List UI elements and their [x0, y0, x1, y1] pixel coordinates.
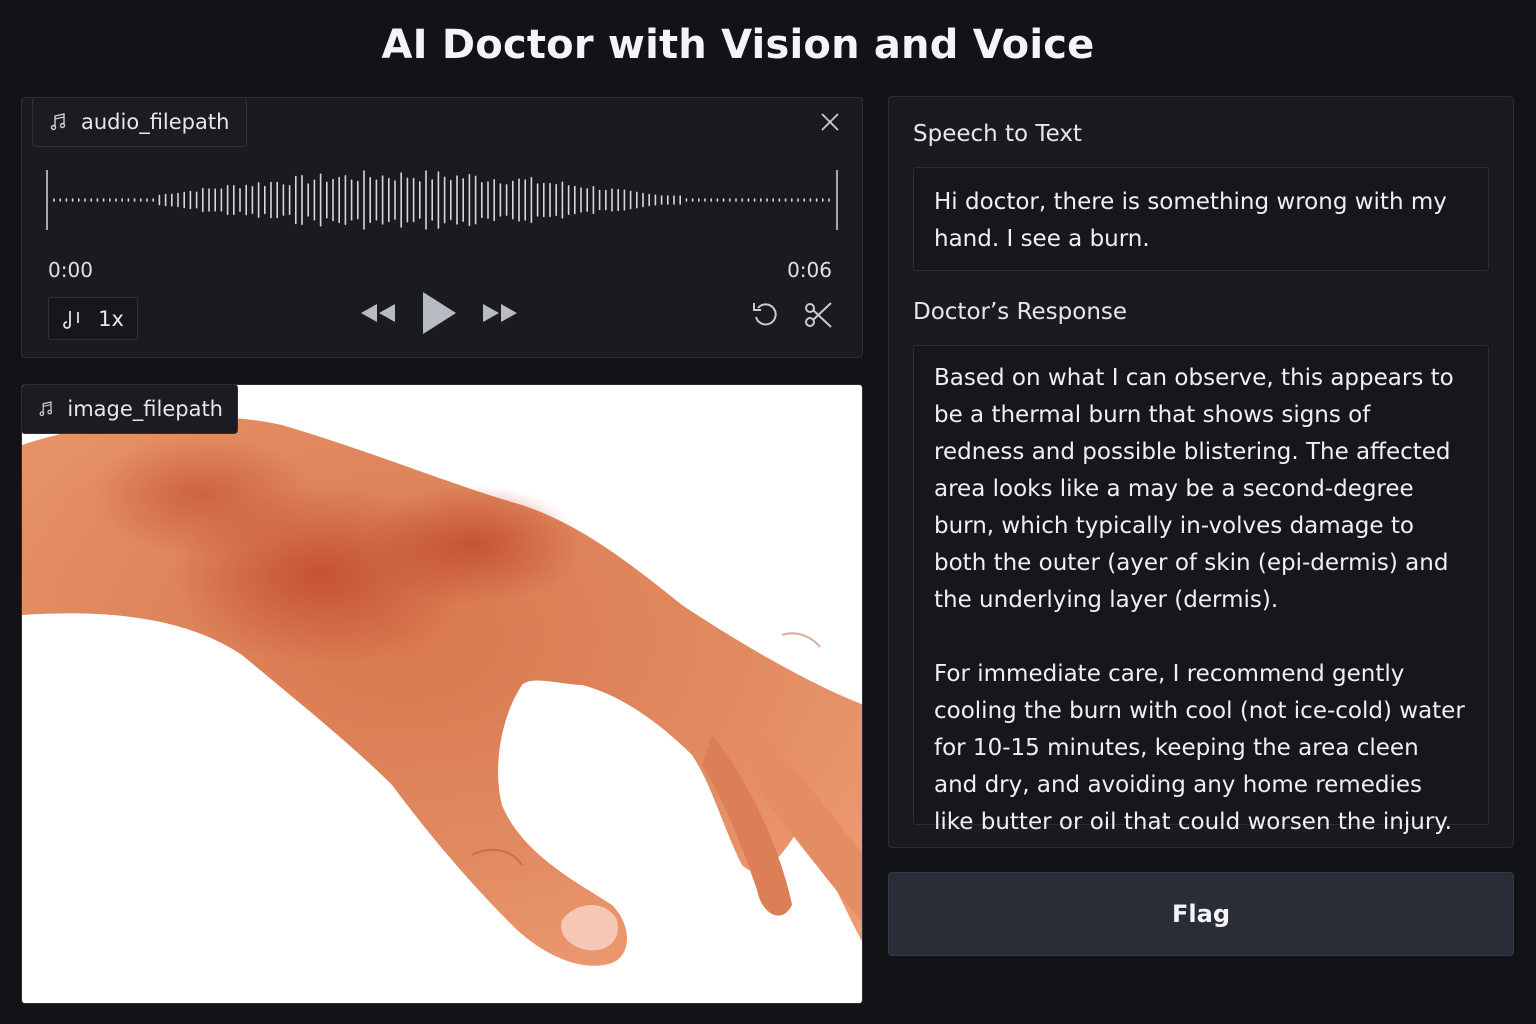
doctor-response-output[interactable]: Based on what I can observe, this appear…: [913, 345, 1489, 835]
audio-label-chip: audio_filepath: [32, 97, 247, 147]
response-paragraph: For immediate care, I recommend gently c…: [934, 661, 1465, 835]
speech-to-text-output[interactable]: Hi doctor, there is something wrong with…: [913, 167, 1489, 271]
undo-icon[interactable]: [750, 300, 780, 328]
response-paragraph: Based on what I can observe, this appear…: [934, 365, 1454, 613]
doctor-response-label: Doctor’s Response: [913, 299, 1128, 325]
waveform[interactable]: [46, 168, 838, 232]
output-panel: Speech to Text Hi doctor, there is somet…: [888, 96, 1514, 848]
speech-to-text-value: Hi doctor, there is something wrong with…: [934, 189, 1447, 252]
audio-label: audio_filepath: [81, 110, 230, 134]
time-current: 0:00: [48, 258, 93, 282]
speech-to-text-label: Speech to Text: [913, 121, 1082, 147]
burned-hand-image: [22, 385, 862, 1003]
play-icon[interactable]: [420, 290, 458, 336]
playback-speed: 1x: [98, 306, 124, 331]
scissors-icon[interactable]: [804, 300, 834, 330]
flag-button[interactable]: Flag: [888, 872, 1514, 956]
rewind-icon[interactable]: [358, 301, 398, 325]
close-icon[interactable]: [820, 112, 840, 132]
image-label: image_filepath: [67, 397, 223, 421]
music-note-icon: [50, 113, 66, 131]
speed-icon: [63, 310, 79, 329]
image-label-chip: image_filepath: [22, 385, 238, 434]
image-panel: image_filepath: [21, 384, 863, 1004]
music-note-icon: [39, 401, 53, 417]
audio-player: audio_filepath 0:00 0:06 1x: [21, 97, 863, 358]
playback-speed-button[interactable]: 1x: [48, 297, 138, 340]
page-title: AI Doctor with Vision and Voice: [381, 22, 1095, 68]
time-duration: 0:06: [787, 258, 832, 282]
fast-forward-icon[interactable]: [480, 301, 520, 325]
